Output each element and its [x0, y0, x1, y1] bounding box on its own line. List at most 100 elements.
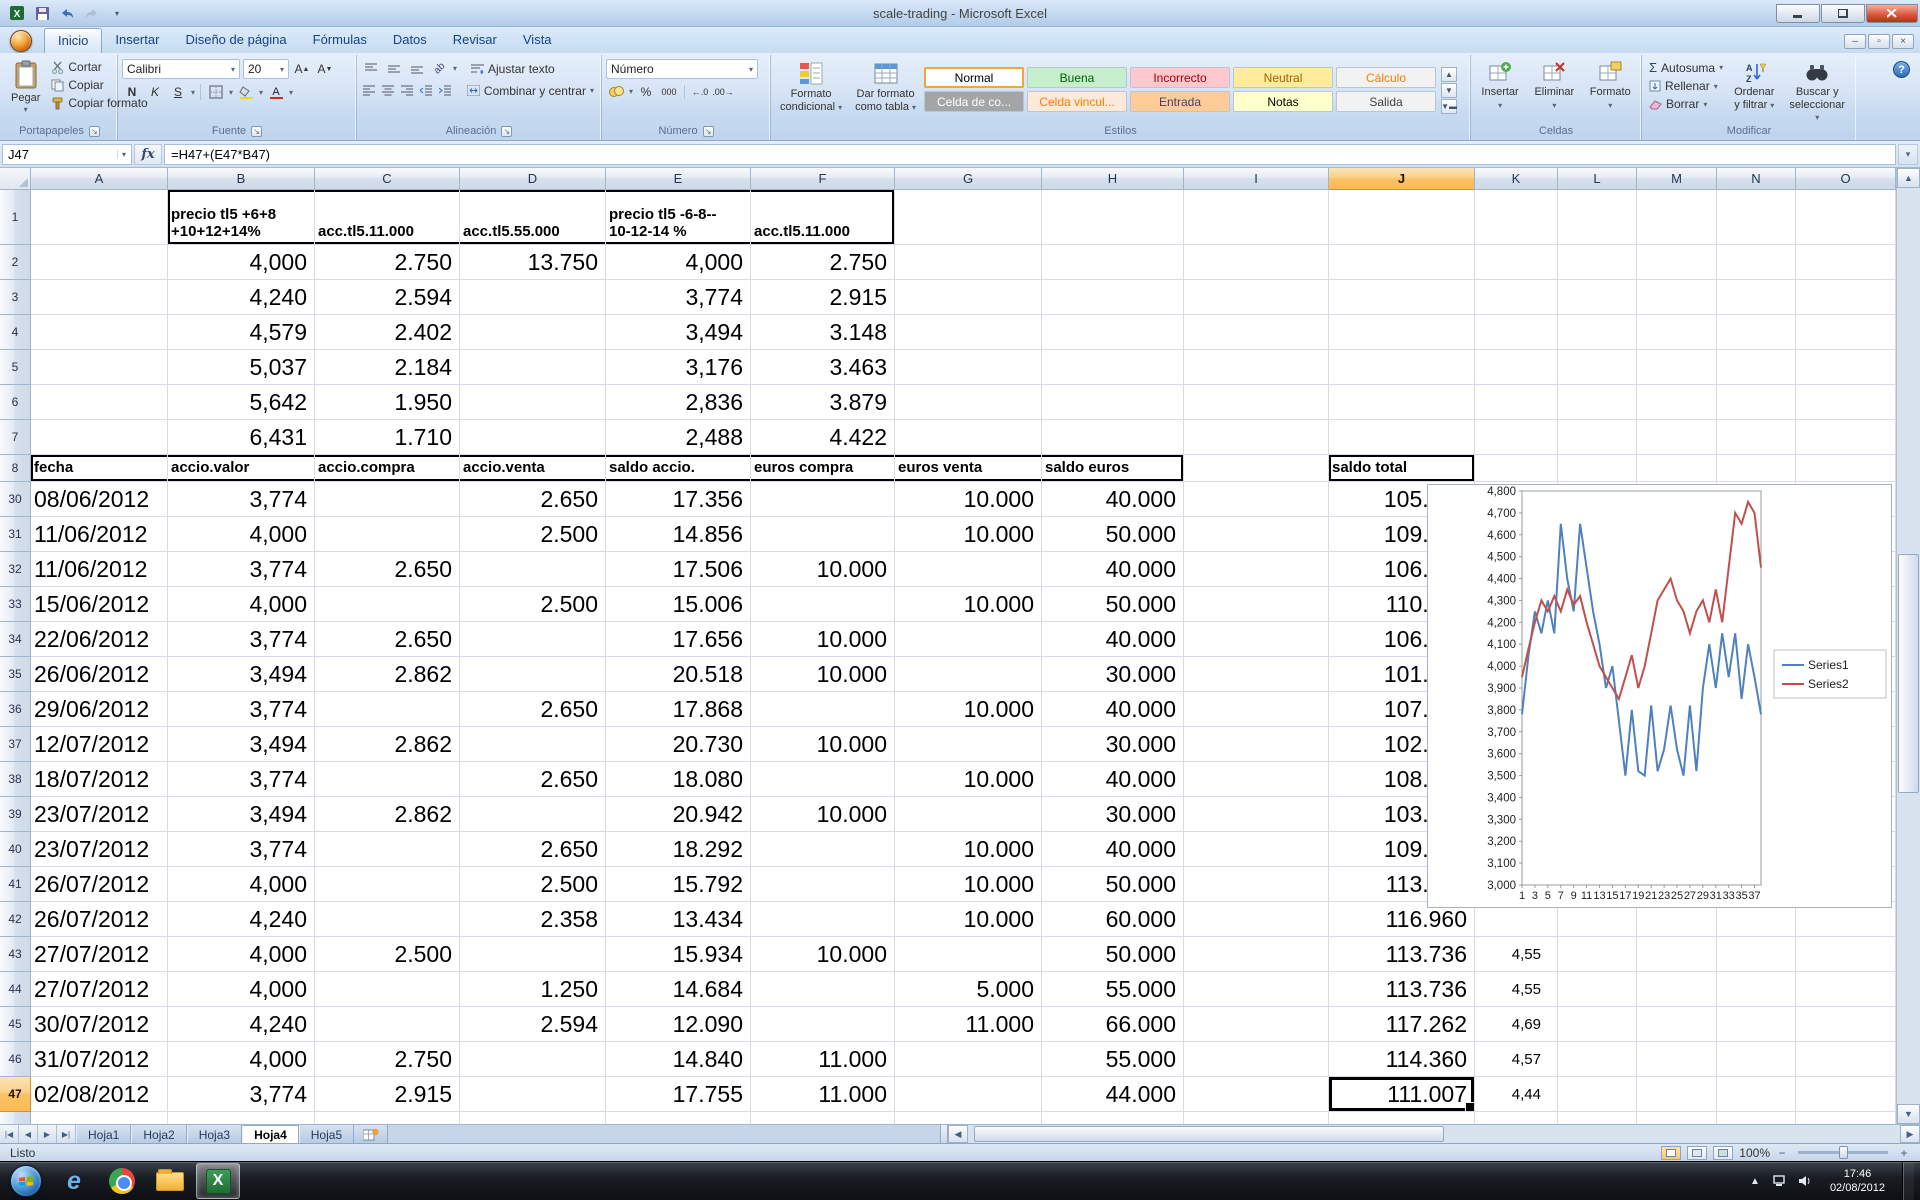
cell-H3[interactable] — [1042, 280, 1184, 315]
cell-E8[interactable]: saldo accio. — [606, 455, 751, 482]
cell-E42[interactable]: 13.434 — [606, 902, 751, 937]
cell-D34[interactable] — [460, 622, 606, 657]
cell-L6[interactable] — [1558, 385, 1637, 420]
orientation-dropdown-icon[interactable]: ▾ — [453, 64, 457, 73]
align-top-button[interactable] — [361, 59, 381, 78]
cell-B5[interactable]: 5,037 — [168, 350, 315, 385]
cell-style-neutral[interactable]: Neutral — [1233, 67, 1333, 88]
sheet-tab-hoja2[interactable]: Hoja2 — [131, 1125, 186, 1143]
font-dialog-launcher[interactable]: ↘ — [251, 126, 262, 137]
column-header-L[interactable]: L — [1558, 168, 1637, 190]
cell-L46[interactable] — [1558, 1042, 1637, 1077]
cell-N6[interactable] — [1717, 385, 1796, 420]
cell-L47[interactable] — [1558, 1077, 1637, 1112]
cell-I36[interactable] — [1184, 692, 1329, 727]
cell-G43[interactable] — [895, 937, 1042, 972]
cell-I33[interactable] — [1184, 587, 1329, 622]
cell-C45[interactable] — [315, 1007, 460, 1042]
cell-D38[interactable]: 2.650 — [460, 762, 606, 797]
cell-N47[interactable] — [1717, 1077, 1796, 1112]
row-header-48[interactable]: 48 — [0, 1112, 31, 1124]
cell-M6[interactable] — [1637, 385, 1717, 420]
cell-H38[interactable]: 40.000 — [1042, 762, 1184, 797]
cell-N1[interactable] — [1717, 190, 1796, 245]
cell-O46[interactable] — [1796, 1042, 1896, 1077]
cell-K46[interactable]: 4,57 — [1475, 1042, 1558, 1077]
prev-sheet-button[interactable]: ◀ — [19, 1125, 38, 1143]
cell-J45[interactable]: 117.262 — [1329, 1007, 1475, 1042]
cell-E32[interactable]: 17.506 — [606, 552, 751, 587]
workbook-minimize-button[interactable]: – — [1844, 34, 1866, 49]
cell-H34[interactable]: 40.000 — [1042, 622, 1184, 657]
cell-N3[interactable] — [1717, 280, 1796, 315]
cell-D32[interactable] — [460, 552, 606, 587]
cell-style-normal[interactable]: Normal — [924, 67, 1024, 88]
align-middle-button[interactable] — [384, 59, 404, 78]
font-size-combo[interactable]: 20▾ — [243, 59, 289, 79]
cell-A36[interactable]: 29/06/2012 — [31, 692, 168, 727]
cell-E46[interactable]: 14.840 — [606, 1042, 751, 1077]
page-break-view-button[interactable] — [1713, 1146, 1733, 1160]
cell-C4[interactable]: 2.402 — [315, 315, 460, 350]
cell-G5[interactable] — [895, 350, 1042, 385]
cell-F30[interactable] — [751, 482, 895, 517]
cell-F5[interactable]: 3.463 — [751, 350, 895, 385]
taskbar-excel[interactable]: X — [196, 1163, 240, 1199]
formula-input[interactable]: =H47+(E47*B47) — [164, 144, 1896, 165]
cell-N2[interactable] — [1717, 245, 1796, 280]
cell-D5[interactable] — [460, 350, 606, 385]
cell-F3[interactable]: 2.915 — [751, 280, 895, 315]
row-header-31[interactable]: 31 — [0, 517, 31, 552]
cell-F33[interactable] — [751, 587, 895, 622]
cell-A48[interactable] — [31, 1112, 168, 1124]
cell-D45[interactable]: 2.594 — [460, 1007, 606, 1042]
cell-B30[interactable]: 3,774 — [168, 482, 315, 517]
cell-J44[interactable]: 113.736 — [1329, 972, 1475, 1007]
cell-E31[interactable]: 14.856 — [606, 517, 751, 552]
cell-F41[interactable] — [751, 867, 895, 902]
column-header-M[interactable]: M — [1637, 168, 1717, 190]
horizontal-scroll-track[interactable] — [968, 1125, 1900, 1143]
alignment-dialog-launcher[interactable]: ↘ — [501, 126, 512, 137]
ribbon-tab-inicio[interactable]: Inicio — [44, 28, 102, 53]
cell-H2[interactable] — [1042, 245, 1184, 280]
redo-icon[interactable] — [82, 4, 102, 22]
help-button[interactable]: ? — [1893, 61, 1910, 78]
cell-J3[interactable] — [1329, 280, 1475, 315]
cell-C38[interactable] — [315, 762, 460, 797]
cell-F40[interactable] — [751, 832, 895, 867]
cell-G40[interactable]: 10.000 — [895, 832, 1042, 867]
cell-F32[interactable]: 10.000 — [751, 552, 895, 587]
bold-button[interactable]: N — [122, 83, 142, 102]
cell-A38[interactable]: 18/07/2012 — [31, 762, 168, 797]
cell-G33[interactable]: 10.000 — [895, 587, 1042, 622]
taskbar-clock[interactable]: 17:46 02/08/2012 — [1822, 1167, 1893, 1196]
horizontal-scrollbar[interactable]: ◀ ▶ — [940, 1125, 1920, 1143]
cell-H30[interactable]: 40.000 — [1042, 482, 1184, 517]
cell-A42[interactable]: 26/07/2012 — [31, 902, 168, 937]
cell-H7[interactable] — [1042, 420, 1184, 455]
cell-N46[interactable] — [1717, 1042, 1796, 1077]
cell-L4[interactable] — [1558, 315, 1637, 350]
row-header-47[interactable]: 47 — [0, 1077, 31, 1112]
row-header-46[interactable]: 46 — [0, 1042, 31, 1077]
cell-F47[interactable]: 11.000 — [751, 1077, 895, 1112]
zoom-out-button[interactable]: − — [1776, 1146, 1788, 1160]
vertical-scroll-thumb[interactable] — [1898, 554, 1919, 792]
cell-C46[interactable]: 2.750 — [315, 1042, 460, 1077]
comma-style-button[interactable]: 000 — [659, 82, 679, 101]
cell-D30[interactable]: 2.650 — [460, 482, 606, 517]
decrease-decimal-button[interactable]: .00→ — [713, 82, 733, 101]
row-header-36[interactable]: 36 — [0, 692, 31, 727]
cell-O5[interactable] — [1796, 350, 1896, 385]
cell-C47[interactable]: 2.915 — [315, 1077, 460, 1112]
cell-F36[interactable] — [751, 692, 895, 727]
cell-G42[interactable]: 10.000 — [895, 902, 1042, 937]
cell-G35[interactable] — [895, 657, 1042, 692]
row-header-3[interactable]: 3 — [0, 280, 31, 315]
cell-F4[interactable]: 3.148 — [751, 315, 895, 350]
cell-C42[interactable] — [315, 902, 460, 937]
cell-E34[interactable]: 17.656 — [606, 622, 751, 657]
gallery-down-button[interactable]: ▼ — [1441, 83, 1457, 98]
conditional-formatting-button[interactable]: Formatocondicional ▾ — [775, 57, 847, 124]
